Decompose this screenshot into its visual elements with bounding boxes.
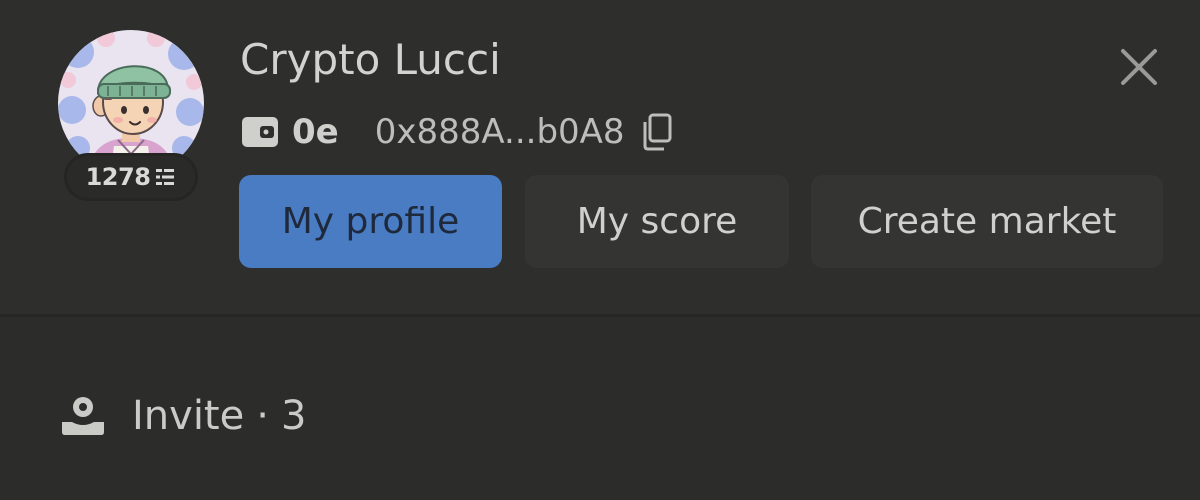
points-stack-icon (156, 169, 175, 185)
invite-item[interactable]: Invite · 3 (58, 386, 306, 446)
wallet-icon (242, 117, 278, 147)
profile-panel: 1278 Crypto Lucci 0e 0x888A...b0A8 My pr… (0, 0, 1200, 500)
create-market-button[interactable]: Create market (811, 175, 1163, 268)
my-profile-button[interactable]: My profile (239, 175, 502, 268)
close-icon (1121, 49, 1157, 85)
invite-separator: · (256, 393, 269, 439)
user-name: Crypto Lucci (240, 35, 501, 84)
points-value: 1278 (85, 163, 151, 191)
profile-header: 1278 Crypto Lucci 0e 0x888A...b0A8 My pr… (0, 0, 1200, 314)
copy-icon (643, 113, 672, 151)
user-stack-icon (62, 397, 104, 435)
section-divider (0, 314, 1200, 317)
wallet-address: 0x888A...b0A8 (374, 112, 625, 152)
invite-count: 3 (280, 393, 307, 439)
copy-address-button[interactable] (641, 113, 673, 151)
wallet-row: 0e 0x888A...b0A8 (242, 108, 673, 156)
wallet-balance: 0e (292, 112, 339, 152)
points-badge: 1278 (64, 153, 198, 201)
invite-label: Invite (132, 393, 245, 439)
close-button[interactable] (1112, 40, 1166, 94)
my-score-button[interactable]: My score (525, 175, 789, 268)
